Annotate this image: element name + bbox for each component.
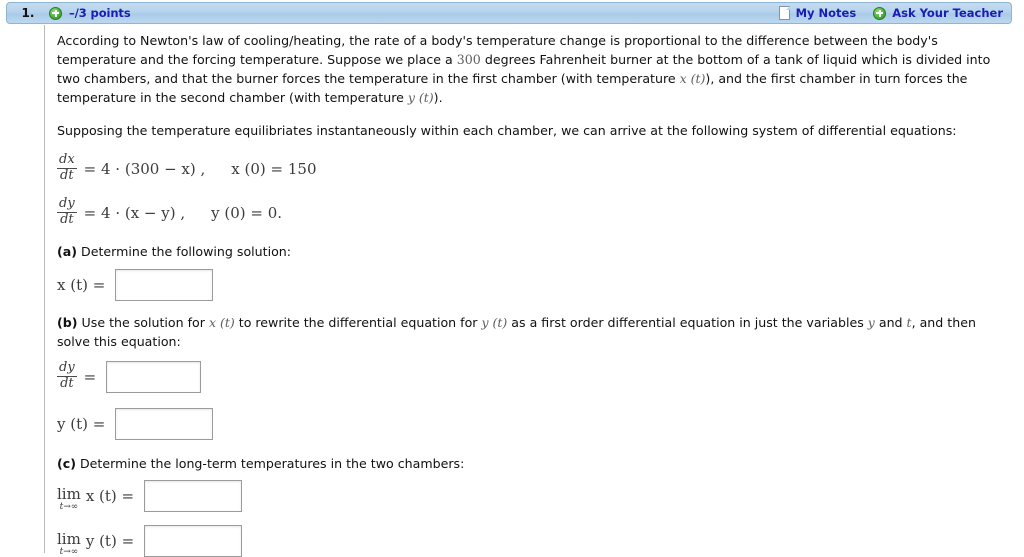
part-c-answer-row-2: lim t→∞ y (t) =	[57, 525, 1009, 557]
document-icon	[778, 6, 790, 20]
part-a-answer-input[interactable]	[115, 269, 214, 302]
fraction-denominator: dt	[57, 211, 77, 228]
part-c-answer-input-2[interactable]	[144, 525, 243, 557]
part-c-answer-lead-1: x (t) =	[85, 487, 135, 506]
derivative-dy-dt-answer: dy dt	[57, 361, 77, 391]
equation-1-initial-condition: x (0) = 150	[231, 160, 317, 179]
part-a-answer-row: x (t) =	[57, 269, 1009, 302]
fraction-numerator: dx	[59, 152, 75, 167]
part-b-equals-sign: =	[83, 368, 97, 387]
fraction-denominator: dt	[57, 375, 77, 392]
part-a-label: (a)	[57, 244, 78, 260]
fraction-denominator: dt	[57, 167, 77, 184]
part-b-text-1: Use the solution for	[77, 315, 209, 331]
derivative-dy-dt: dy dt	[57, 197, 77, 227]
part-b-prompt: (b) Use the solution for x (t) to rewrit…	[57, 313, 1009, 351]
limit-subscript: t→∞	[59, 546, 79, 557]
part-b-text-3: as a first order differential equation i…	[507, 315, 868, 331]
question-header-bar: 1. –/3 points My Notes Ask Your Teacher	[6, 2, 1012, 24]
fraction-numerator: dy	[59, 360, 75, 376]
ask-your-teacher-link[interactable]: Ask Your Teacher	[892, 6, 1003, 20]
header-actions: My Notes Ask Your Teacher	[778, 6, 1011, 20]
part-b-text-4: and	[874, 315, 907, 331]
equation-2-initial-condition: y (0) = 0.	[211, 204, 283, 223]
limit-operator-x: lim t→∞	[57, 484, 81, 512]
problem-paragraph-1: According to Newton's law of cooling/hea…	[57, 31, 1009, 107]
my-notes-link[interactable]: My Notes	[796, 6, 857, 20]
limit-label: lim	[57, 484, 81, 503]
equation-2: dy dt = 4 · (x − y) , y (0) = 0.	[57, 197, 1009, 228]
plus-circle-icon-teacher[interactable]	[873, 6, 887, 20]
part-b-answer-lead-2: y (t) =	[57, 415, 106, 434]
variable-y-of-t: y (t)	[407, 90, 434, 105]
variable-x-of-t: x (t)	[679, 71, 706, 86]
part-b-answer-row-1: dy dt =	[57, 361, 1009, 394]
question-number: 1.	[21, 6, 35, 20]
part-b-variable-y: y	[867, 315, 875, 331]
part-c-prompt: (c) Determine the long-term temperatures…	[57, 454, 1009, 473]
equation-1: dx dt = 4 · (300 − x) , x (0) = 150	[57, 152, 1009, 184]
part-b-answer-input-2[interactable]	[115, 408, 214, 441]
paragraph1-text-part4: ).	[433, 90, 443, 105]
part-c-prompt-text: Determine the long-term temperatures in …	[75, 456, 465, 472]
burner-temperature-value: 300	[456, 52, 481, 67]
limit-label: lim	[57, 529, 81, 548]
question-content: According to Newton's law of cooling/hea…	[57, 31, 1009, 557]
part-b-variable-x-of-t: x (t)	[208, 315, 235, 331]
part-b-answer-input-1[interactable]	[106, 361, 202, 394]
part-b-text-2: to rewrite the differential equation for	[234, 315, 482, 331]
limit-subscript: t→∞	[59, 501, 79, 512]
problem-paragraph-2: Supposing the temperature equilibriates …	[57, 123, 957, 138]
part-c-answer-lead-2: y (t) =	[85, 532, 135, 551]
part-c-label: (c)	[57, 456, 76, 472]
part-a-answer-lead: x (t) =	[57, 276, 106, 295]
part-c-answer-input-1[interactable]	[144, 480, 243, 513]
left-margin-rule	[44, 25, 45, 553]
fraction-numerator: dy	[59, 196, 75, 212]
part-c-answer-row-1: lim t→∞ x (t) =	[57, 480, 1009, 513]
part-a-prompt-text: Determine the following solution:	[77, 244, 292, 260]
part-b-variable-y-of-t: y (t)	[481, 315, 508, 331]
points-label: –/3 points	[69, 6, 131, 20]
part-a-prompt: (a) Determine the following solution:	[57, 242, 1009, 261]
part-b-answer-row-2: y (t) =	[57, 408, 1009, 441]
plus-circle-icon[interactable]	[49, 6, 62, 20]
part-b-label: (b)	[57, 315, 78, 331]
equation-1-rhs: = 4 · (300 − x) ,	[83, 160, 206, 179]
equation-2-rhs: = 4 · (x − y) ,	[83, 204, 186, 223]
derivative-dx-dt: dx dt	[57, 152, 77, 184]
